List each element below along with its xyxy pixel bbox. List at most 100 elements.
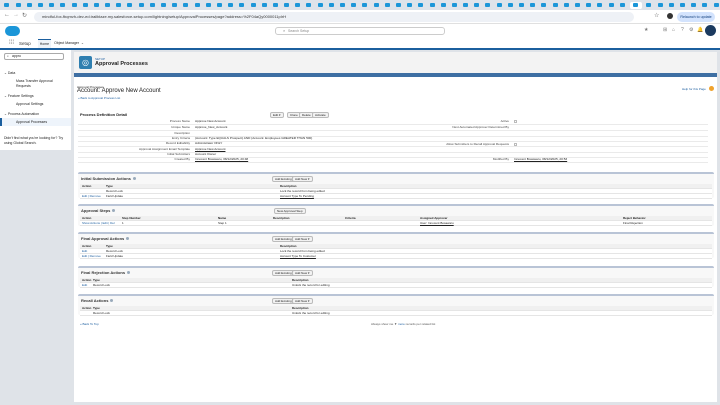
browser-tab[interactable] xyxy=(25,2,33,9)
field-value[interactable]: Innocent Bosawaru, 08/12/2025, 20:53 xyxy=(514,157,567,161)
browser-tab[interactable] xyxy=(406,2,414,9)
browser-tab[interactable] xyxy=(361,2,369,9)
add-new-button[interactable]: Add New ▾ xyxy=(292,176,313,182)
browser-tab[interactable] xyxy=(59,2,67,9)
browser-tab[interactable] xyxy=(529,2,537,9)
browser-tab[interactable] xyxy=(495,2,503,9)
browser-tab[interactable] xyxy=(439,2,447,9)
browser-tab[interactable] xyxy=(395,2,403,9)
browser-tab[interactable] xyxy=(193,2,201,9)
back-to-list-link[interactable]: « Back to Approval Process List xyxy=(78,96,120,100)
browser-tab[interactable] xyxy=(574,2,582,9)
browser-tab[interactable] xyxy=(115,2,123,9)
new-approval-step-button[interactable]: New Approval Step xyxy=(274,208,306,214)
browser-tab[interactable] xyxy=(249,2,257,9)
sidebar-group-data[interactable]: ⌄ Data xyxy=(4,71,15,75)
browser-tab[interactable] xyxy=(104,2,112,9)
browser-tab[interactable] xyxy=(596,2,604,9)
browser-tab[interactable] xyxy=(372,2,380,9)
bookmark-star-icon[interactable]: ☆ xyxy=(654,12,659,19)
url-input[interactable]: mindful-fox-fbqmvh-dev-ed.trailblaze.my.… xyxy=(34,12,634,22)
browser-tab[interactable] xyxy=(160,2,168,9)
browser-tab[interactable] xyxy=(316,2,324,9)
browser-tab[interactable] xyxy=(137,2,145,9)
app-launcher-icon[interactable]: ⁞⁞⁞ xyxy=(9,40,14,46)
sidebar-group-process-automation[interactable]: ⌄ Process Automation xyxy=(4,112,39,116)
add-new-button[interactable]: Add New ▾ xyxy=(292,298,313,304)
add-new-button[interactable]: Add New ▾ xyxy=(292,270,313,276)
browser-tab[interactable] xyxy=(126,2,134,9)
browser-tab[interactable] xyxy=(645,2,653,9)
browser-tab[interactable] xyxy=(305,2,313,9)
setup-search-input[interactable]: Search Setup xyxy=(275,27,445,35)
browser-tab[interactable] xyxy=(37,2,45,9)
browser-tab[interactable] xyxy=(656,2,664,9)
browser-tab[interactable] xyxy=(48,2,56,9)
sidebar-item-approval-processes[interactable]: Approval Processes xyxy=(16,120,47,124)
browser-tab[interactable] xyxy=(618,2,626,9)
browser-tab[interactable] xyxy=(629,1,642,9)
browser-tab[interactable] xyxy=(14,2,22,9)
browser-tab[interactable] xyxy=(701,2,709,9)
back-icon[interactable]: ← xyxy=(4,12,10,18)
edit-button[interactable]: Edit ▾ xyxy=(270,112,284,118)
browser-tab[interactable] xyxy=(667,2,675,9)
browser-tab[interactable] xyxy=(182,2,190,9)
gear-icon[interactable]: ⚙ xyxy=(689,27,693,33)
browser-tab[interactable] xyxy=(451,2,459,9)
browser-tab[interactable] xyxy=(204,2,212,9)
back-to-top-link[interactable]: « Back To Top xyxy=(80,322,99,326)
browser-tab[interactable] xyxy=(3,2,11,9)
quick-find-input[interactable]: appro xyxy=(4,53,64,60)
relaunch-button[interactable]: Relaunch to update xyxy=(677,12,715,22)
forward-icon[interactable]: → xyxy=(13,12,19,18)
sidebar-group-feature-settings[interactable]: ⌄ Feature Settings xyxy=(4,94,34,98)
favorites-icon[interactable]: ★ xyxy=(644,27,648,33)
guidance-icon[interactable]: ⌂ xyxy=(672,27,675,33)
browser-tab[interactable] xyxy=(227,2,235,9)
tab-home[interactable]: Home xyxy=(37,38,52,48)
field-value[interactable]: Innocent Bosawaru, 08/12/2025, 20:48 xyxy=(195,157,248,161)
sidebar-item-mass-transfer-approval-requests[interactable]: Mass Transfer Approval Requests xyxy=(16,79,66,89)
browser-tab[interactable] xyxy=(216,2,224,9)
browser-tab[interactable] xyxy=(93,2,101,9)
browser-tab[interactable] xyxy=(518,2,526,9)
salesforce-logo[interactable] xyxy=(5,26,20,36)
browser-tab[interactable] xyxy=(417,2,425,9)
browser-tab[interactable] xyxy=(690,2,698,9)
activate-button[interactable]: Activate xyxy=(312,112,329,118)
browser-tab[interactable] xyxy=(540,2,548,9)
browser-tab[interactable] xyxy=(383,2,391,9)
browser-tab[interactable] xyxy=(562,2,570,9)
browser-tab[interactable] xyxy=(585,2,593,9)
browser-tab[interactable] xyxy=(506,2,514,9)
browser-tab[interactable] xyxy=(294,2,302,9)
avatar[interactable] xyxy=(705,25,716,36)
global-actions-icon[interactable]: ⊞ xyxy=(663,27,667,33)
browser-tab[interactable] xyxy=(484,2,492,9)
sidebar-item-approval-settings[interactable]: Approval Settings xyxy=(16,102,43,106)
browser-tab[interactable] xyxy=(238,2,246,9)
browser-tab[interactable] xyxy=(712,2,720,9)
chevron-down-icon[interactable]: ⌄ xyxy=(81,41,84,45)
browser-tab[interactable] xyxy=(339,2,347,9)
browser-tab[interactable] xyxy=(260,2,268,9)
add-new-button[interactable]: Add New ▾ xyxy=(292,236,313,242)
more-link[interactable]: more xyxy=(398,322,405,326)
browser-tab[interactable] xyxy=(283,2,291,9)
browser-tab[interactable] xyxy=(462,2,470,9)
browser-tab[interactable] xyxy=(272,2,280,9)
reload-icon[interactable]: ↻ xyxy=(22,12,27,19)
profile-icon[interactable] xyxy=(667,13,673,19)
browser-tab[interactable] xyxy=(473,2,481,9)
browser-tab[interactable] xyxy=(70,2,78,9)
browser-tab[interactable] xyxy=(607,2,615,9)
browser-tab[interactable] xyxy=(81,2,89,9)
help-link[interactable]: Help for this Page xyxy=(682,87,706,91)
field-value[interactable]: Approve New Account xyxy=(195,147,225,151)
browser-tab[interactable] xyxy=(350,2,358,9)
browser-tab[interactable] xyxy=(148,2,156,9)
notifications-bell-icon[interactable]: 🔔 xyxy=(697,27,703,33)
browser-tab[interactable] xyxy=(327,2,335,9)
browser-tab[interactable] xyxy=(428,2,436,9)
